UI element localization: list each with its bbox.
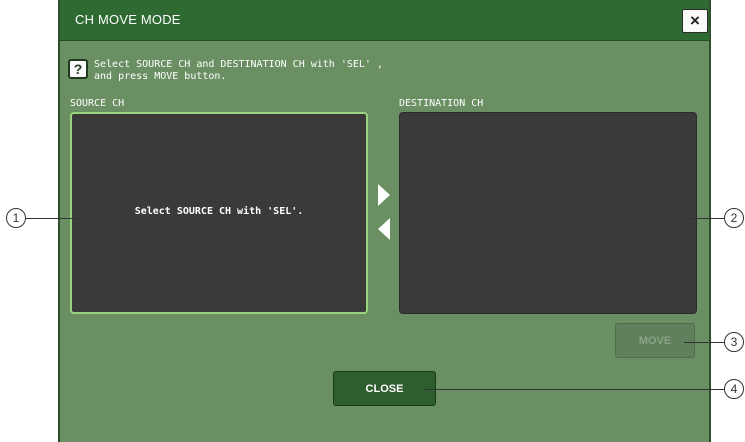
help-line-1: Select SOURCE CH and DESTINATION CH with… — [94, 59, 383, 70]
move-left-arrow-icon — [378, 218, 390, 240]
close-button[interactable]: CLOSE — [333, 371, 436, 406]
callout-3: 3 — [724, 332, 744, 352]
title-bar: CH MOVE MODE × — [60, 0, 709, 41]
move-right-arrow-icon — [378, 184, 390, 206]
callout-1-leader — [26, 218, 86, 219]
destination-ch-label: DESTINATION CH — [399, 98, 484, 109]
help-icon: ? — [68, 59, 88, 79]
callout-2: 2 — [724, 208, 744, 228]
close-icon[interactable]: × — [682, 9, 708, 33]
destination-ch-panel[interactable] — [399, 112, 697, 314]
dialog-title: CH MOVE MODE — [75, 12, 181, 27]
callout-3-leader — [684, 342, 725, 343]
source-ch-panel[interactable]: Select SOURCE CH with 'SEL'. — [70, 112, 368, 314]
callout-1: 1 — [6, 208, 26, 228]
source-ch-label: SOURCE CH — [70, 98, 125, 109]
callout-2-leader — [685, 218, 725, 219]
ch-move-mode-dialog: CH MOVE MODE × ? Select SOURCE CH and DE… — [58, 0, 711, 442]
source-ch-message: Select SOURCE CH with 'SEL'. — [134, 206, 304, 217]
callout-4: 4 — [724, 379, 744, 399]
help-text: Select SOURCE CH and DESTINATION CH with… — [94, 59, 383, 83]
move-button[interactable]: MOVE — [615, 323, 695, 358]
help-line-2: and press MOVE button. — [94, 71, 227, 82]
callout-4-leader — [425, 389, 725, 390]
